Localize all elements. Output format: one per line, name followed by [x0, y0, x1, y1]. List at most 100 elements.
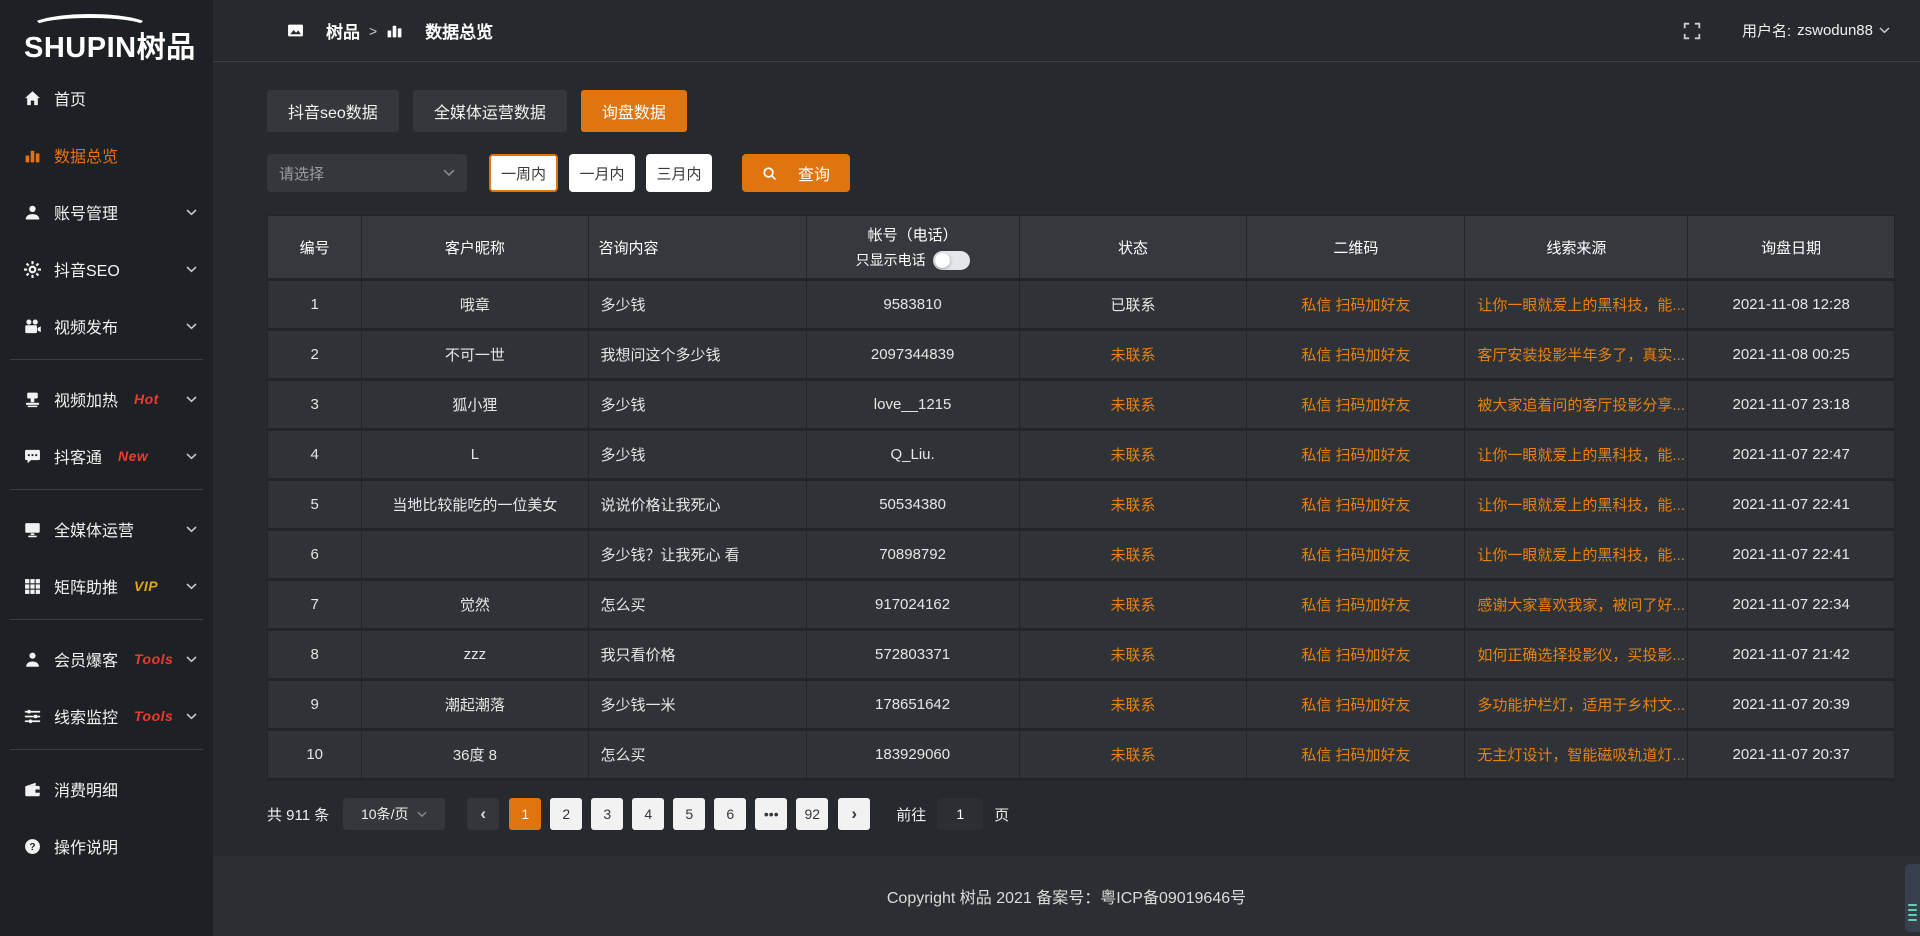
- sidebar-divider: [10, 749, 203, 750]
- page-size-select[interactable]: 10条/页: [343, 798, 445, 830]
- cell-qrcode-link[interactable]: 私信 扫码加好友: [1247, 580, 1465, 630]
- sidebar-item-account-mgmt[interactable]: 账号管理: [0, 188, 213, 236]
- sidebar-item-omni-media[interactable]: 全媒体运营: [0, 505, 213, 553]
- fullscreen-icon[interactable]: [1683, 22, 1701, 40]
- user-menu[interactable]: 用户名: zswodun88: [1742, 20, 1890, 41]
- cell-source-link[interactable]: 无主灯设计，智能磁吸轨道灯...: [1465, 730, 1688, 780]
- cell-qrcode-link[interactable]: 私信 扫码加好友: [1247, 330, 1465, 380]
- stamp-icon: [24, 391, 41, 408]
- phone-only-toggle[interactable]: [933, 251, 970, 270]
- page-button[interactable]: 4: [632, 798, 664, 830]
- tab-douyin-seo-data[interactable]: 抖音seo数据: [267, 90, 399, 132]
- tools-badge: Tools: [134, 708, 173, 724]
- breadcrumb: 树品 > 数据总览: [287, 18, 493, 43]
- sidebar-item-member-leads[interactable]: 会员爆客 Tools: [0, 635, 213, 683]
- cell-nickname: 潮起潮落: [362, 680, 588, 730]
- header-account-title: 帐号（电话）: [868, 224, 958, 245]
- widget-stripe: [1908, 919, 1917, 921]
- cell-nickname: 觉然: [362, 580, 588, 630]
- header-source: 线索来源: [1465, 216, 1688, 280]
- query-button[interactable]: 查询: [742, 154, 850, 192]
- cell-no: 9: [268, 680, 362, 730]
- chevron-down-icon: [186, 396, 197, 403]
- cell-nickname: zzz: [362, 630, 588, 680]
- page-button[interactable]: 6: [714, 798, 746, 830]
- cell-source-link[interactable]: 多功能护栏灯，适用于乡村文...: [1465, 680, 1688, 730]
- cell-status: 已联系: [1019, 280, 1247, 330]
- cell-status: 未联系: [1019, 330, 1247, 380]
- cell-content: 怎么买: [588, 730, 806, 780]
- page-button[interactable]: 3: [591, 798, 623, 830]
- period-button[interactable]: 三月内: [646, 154, 712, 192]
- cell-source-link[interactable]: 如何正确选择投影仪，买投影...: [1465, 630, 1688, 680]
- video-camera-icon: [24, 318, 41, 335]
- username-label: 用户名:: [1742, 20, 1791, 41]
- page-button[interactable]: 5: [673, 798, 705, 830]
- chevron-down-icon: [186, 266, 197, 273]
- cell-qrcode-link[interactable]: 私信 扫码加好友: [1247, 530, 1465, 580]
- page-button[interactable]: 2: [550, 798, 582, 830]
- sidebar-item-video-publish[interactable]: 视频发布: [0, 302, 213, 350]
- cell-account: Q_Liu.: [806, 430, 1019, 480]
- sidebar-item-home[interactable]: 首页: [0, 74, 213, 122]
- floating-widget[interactable]: [1905, 864, 1920, 932]
- header-account: 帐号（电话） 只显示电话: [806, 216, 1019, 280]
- sidebar-item-instructions[interactable]: ? 操作说明: [0, 822, 213, 870]
- header-date: 询盘日期: [1688, 216, 1895, 280]
- sidebar-divider: [10, 359, 203, 360]
- wallet-icon: [24, 781, 41, 798]
- period-button[interactable]: 一周内: [489, 154, 558, 192]
- cell-no: 3: [268, 380, 362, 430]
- cell-source-link[interactable]: 客厅安装投影半年多了，真实...: [1465, 330, 1688, 380]
- cell-source-link[interactable]: 让你一眼就爱上的黑科技，能...: [1465, 480, 1688, 530]
- cell-date: 2021-11-07 20:37: [1688, 730, 1895, 780]
- tab-omni-media-data[interactable]: 全媒体运营数据: [413, 90, 567, 132]
- sidebar-item-data-overview[interactable]: 数据总览: [0, 131, 213, 179]
- sidebar-item-douyin-seo[interactable]: 抖音SEO: [0, 245, 213, 293]
- sidebar-item-clue-monitor[interactable]: 线索监控 Tools: [0, 692, 213, 740]
- cell-nickname: 不可一世: [362, 330, 588, 380]
- cell-qrcode-link[interactable]: 私信 扫码加好友: [1247, 730, 1465, 780]
- cell-source-link[interactable]: 让你一眼就爱上的黑科技，能...: [1465, 430, 1688, 480]
- content: 抖音seo数据 全媒体运营数据 询盘数据 请选择 一周内 一月内 三月内: [213, 62, 1920, 856]
- cell-source-link[interactable]: 让你一眼就爱上的黑科技，能...: [1465, 280, 1688, 330]
- tab-inquiry-data[interactable]: 询盘数据: [581, 90, 687, 132]
- main-area: 树品 > 数据总览 用户名: zswodun88 抖音seo数据 全媒体运营数据…: [213, 0, 1920, 936]
- table-row: 4 L 多少钱 Q_Liu. 未联系 私信 扫码加好友 让你一眼就爱上的黑科技，…: [268, 430, 1895, 480]
- breadcrumb-root[interactable]: 树品: [326, 18, 360, 43]
- page-buttons: 1 2 3 4 5 6 ••• 92: [509, 798, 828, 830]
- cell-qrcode-link[interactable]: 私信 扫码加好友: [1247, 280, 1465, 330]
- cell-source-link[interactable]: 被大家追着问的客厅投影分享...: [1465, 380, 1688, 430]
- cell-qrcode-link[interactable]: 私信 扫码加好友: [1247, 380, 1465, 430]
- cell-source-link[interactable]: 感谢大家喜欢我家，被问了好...: [1465, 580, 1688, 630]
- topbar: 树品 > 数据总览 用户名: zswodun88: [213, 0, 1920, 62]
- cell-status: 未联系: [1019, 430, 1247, 480]
- period-button[interactable]: 一月内: [569, 154, 635, 192]
- sidebar-item-label: 账号管理: [54, 200, 118, 224]
- cell-qrcode-link[interactable]: 私信 扫码加好友: [1247, 630, 1465, 680]
- cell-status: 未联系: [1019, 680, 1247, 730]
- sidebar-item-consumption-detail[interactable]: 消费明细: [0, 765, 213, 813]
- cell-date: 2021-11-07 22:41: [1688, 530, 1895, 580]
- cell-source-link[interactable]: 让你一眼就爱上的黑科技，能...: [1465, 530, 1688, 580]
- sidebar-item-label: 视频发布: [54, 314, 118, 338]
- cell-status: 未联系: [1019, 630, 1247, 680]
- hot-badge: Hot: [134, 391, 159, 407]
- prev-page-button[interactable]: ‹: [467, 798, 499, 830]
- next-page-button[interactable]: ›: [838, 798, 870, 830]
- cell-qrcode-link[interactable]: 私信 扫码加好友: [1247, 680, 1465, 730]
- table-row: 5 当地比较能吃的一位美女 说说价格让我死心 50534380 未联系 私信 扫…: [268, 480, 1895, 530]
- goto-page-input[interactable]: [937, 798, 983, 830]
- page-button[interactable]: •••: [755, 798, 787, 830]
- sidebar-item-douketong[interactable]: 抖客通 New: [0, 432, 213, 480]
- cell-qrcode-link[interactable]: 私信 扫码加好友: [1247, 430, 1465, 480]
- cell-date: 2021-11-07 21:42: [1688, 630, 1895, 680]
- sidebar-item-video-heat[interactable]: 视频加热 Hot: [0, 375, 213, 423]
- sidebar-item-matrix-boost[interactable]: 矩阵助推 VIP: [0, 562, 213, 610]
- page-button[interactable]: 1: [509, 798, 541, 830]
- cell-date: 2021-11-08 00:25: [1688, 330, 1895, 380]
- goto-suffix: 页: [994, 804, 1009, 825]
- page-button[interactable]: 92: [796, 798, 828, 830]
- cell-qrcode-link[interactable]: 私信 扫码加好友: [1247, 480, 1465, 530]
- account-select[interactable]: 请选择: [267, 154, 467, 192]
